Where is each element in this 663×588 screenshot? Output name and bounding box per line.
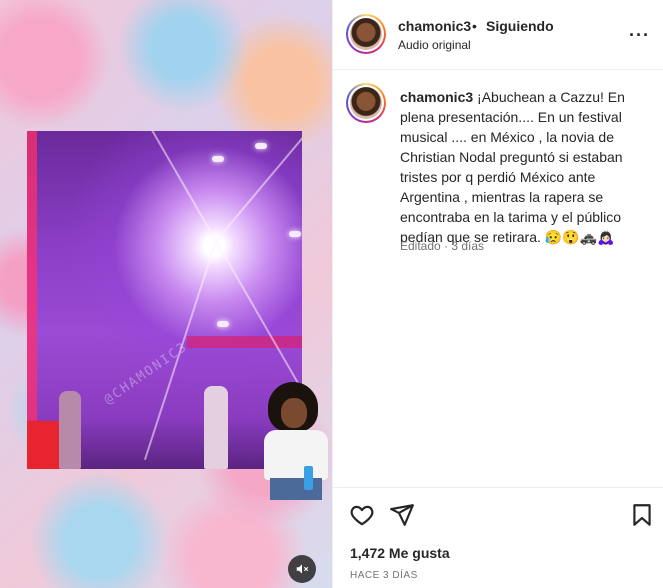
caption-body: ¡Abuchean a Cazzu! En plena presentación…	[400, 89, 625, 245]
send-icon[interactable]	[389, 502, 415, 528]
bookmark-icon[interactable]	[629, 502, 655, 528]
stage-light	[212, 156, 224, 162]
more-options-icon[interactable]: ···	[629, 26, 650, 44]
stage-light	[289, 231, 301, 237]
profile-picture	[350, 87, 382, 119]
dancer-figure	[59, 391, 81, 469]
post-media[interactable]: @CHAMONIC3	[0, 0, 332, 588]
video-watermark: @CHAMONIC3	[101, 339, 191, 408]
header-username[interactable]: chamonic3	[398, 18, 471, 34]
following-button[interactable]: Siguiendo	[486, 18, 554, 34]
heart-icon[interactable]	[349, 502, 375, 528]
post-header: chamonic3 • Siguiendo Audio original ···	[333, 0, 663, 70]
post-date[interactable]: HACE 3 DÍAS	[350, 570, 418, 581]
post-details-panel: chamonic3 • Siguiendo Audio original ···…	[332, 0, 663, 588]
caption-avatar[interactable]	[346, 83, 386, 123]
audio-label[interactable]: Audio original	[398, 38, 471, 52]
light-beam	[140, 131, 217, 242]
stage-led-strip	[27, 131, 37, 469]
likes-count[interactable]: 1,472 Me gusta	[350, 545, 450, 561]
caption-text: chamonic3 ¡Abuchean a Cazzu! En plena pr…	[400, 87, 652, 247]
singer-figure	[204, 386, 228, 469]
avatar[interactable]	[346, 14, 386, 54]
stage-light	[217, 321, 229, 327]
separator-dot: •	[472, 18, 477, 34]
post-actions: 1,472 Me gusta HACE 3 DÍAS	[333, 487, 663, 588]
mute-button[interactable]	[288, 555, 316, 583]
reaction-overlay	[258, 382, 332, 500]
speaker-muted-icon	[296, 564, 309, 574]
profile-picture	[350, 18, 382, 50]
caption-meta: Editado · 3 días	[400, 239, 485, 253]
stage-light	[255, 143, 267, 149]
caption-username[interactable]: chamonic3	[400, 89, 473, 105]
stage-truss	[187, 336, 302, 348]
